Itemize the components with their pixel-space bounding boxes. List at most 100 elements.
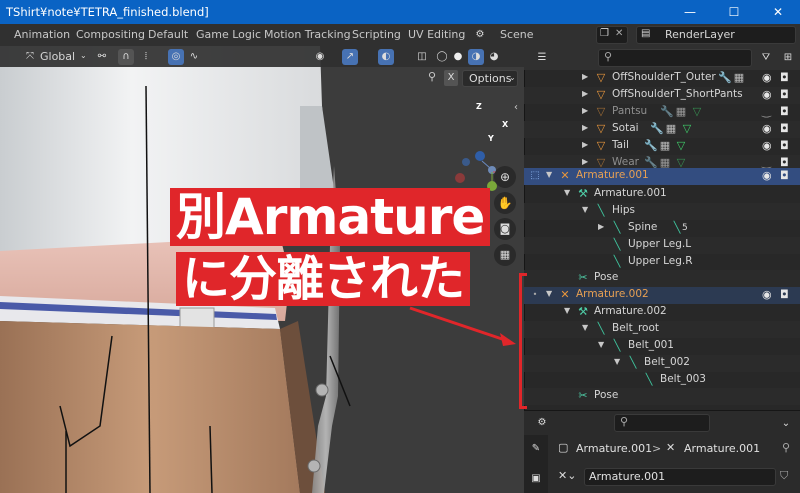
outliner-row[interactable]: ✂ Pose <box>524 388 800 405</box>
collapse-icon[interactable]: ▼ <box>598 340 604 349</box>
visibility-eye-icon[interactable]: ◉ <box>762 122 772 135</box>
outliner-row[interactable]: ▶ ▽ OffShoulderT_ShortPants ◉ ◘ <box>524 87 800 104</box>
modifier-wrench-icon[interactable]: 🔧 <box>660 105 674 119</box>
outliner-row[interactable]: ▼ ⚒ Armature.001 <box>524 186 800 203</box>
tab-motion-tracking[interactable]: Motion Tracking <box>264 28 351 41</box>
pivot-link-icon[interactable]: ⚯ <box>94 49 110 65</box>
expand-icon[interactable]: ▶ <box>582 157 588 166</box>
expand-icon[interactable]: ▶ <box>582 140 588 149</box>
outliner-row[interactable]: ▼ ╲ Belt_002 <box>524 355 800 372</box>
gizmo-y-label[interactable]: Y <box>488 134 494 143</box>
outliner-row[interactable]: ▼ ╲ Belt_root <box>524 321 800 338</box>
gizmo-x-label[interactable]: X <box>502 120 508 129</box>
render-icon[interactable]: ▣ <box>528 471 544 487</box>
tab-animation[interactable]: Animation <box>14 28 70 41</box>
vertex-group-icon[interactable]: ▦ <box>664 122 678 136</box>
outliner-row[interactable]: ▼ ╲ Hips <box>524 203 800 220</box>
outliner-row[interactable]: ▼ ⚒ Armature.002 <box>524 304 800 321</box>
vertex-group-icon[interactable]: ▦ <box>658 139 672 153</box>
view-layer-selector[interactable]: ▤ RenderLayer <box>636 26 796 44</box>
zoom-icon[interactable]: ⊕ <box>494 166 516 188</box>
tab-default[interactable]: Default <box>148 28 188 41</box>
visibility-eye-icon[interactable]: ◉ <box>312 49 328 65</box>
render-camera-icon[interactable]: ◘ <box>780 169 789 182</box>
render-camera-icon[interactable]: ◘ <box>780 139 789 152</box>
outliner-row[interactable]: ▶ ▽ Pantsu 🔧 ▦ ▽ ‿ ◘ <box>524 104 800 121</box>
modifier-wrench-icon[interactable]: 🔧 <box>644 139 658 153</box>
outliner-row[interactable]: ✂ Pose <box>524 270 800 287</box>
outliner-row[interactable]: ▶ ▽ Tail 🔧 ▦ ▽ ◉ ◘ <box>524 138 800 155</box>
render-camera-icon[interactable]: ◘ <box>780 105 789 118</box>
material-shading-icon[interactable]: ◑ <box>468 49 484 65</box>
armature-name-field[interactable]: Armature.001 <box>584 468 776 486</box>
filter-icon[interactable]: ⛛ <box>758 50 774 66</box>
vertex-group-icon[interactable]: ▦ <box>732 71 746 85</box>
outliner-row-selected[interactable]: ⬚ ▼ ✕ Armature.001 ◉ ◘ <box>524 168 800 185</box>
maximize-button[interactable]: ☐ <box>712 0 756 24</box>
collapse-icon[interactable]: ▼ <box>582 323 588 332</box>
properties-search[interactable]: ⚲ <box>614 414 710 432</box>
perspective-grid-icon[interactable]: ▦ <box>494 244 516 266</box>
options-dropdown[interactable]: Options ⌄ <box>462 70 518 87</box>
camera-view-icon[interactable]: ◙ <box>494 218 516 240</box>
outliner-row[interactable]: ╲ Upper Leg.L <box>524 237 800 254</box>
expand-icon[interactable]: ▶ <box>582 123 588 132</box>
outliner-row[interactable]: ╲ Belt_003 <box>524 372 800 389</box>
edit-mode-icon[interactable]: ⬚ <box>528 169 542 183</box>
orientation-label[interactable]: Global <box>40 50 75 63</box>
modifier-wrench-icon[interactable]: 🔧 <box>650 122 664 136</box>
copy-icon[interactable]: ❐ <box>600 28 609 39</box>
modifier-wrench-icon[interactable]: 🔧 <box>718 71 732 85</box>
outliner-search[interactable]: ⚲ <box>598 49 752 67</box>
scene-actions[interactable]: ❐ ✕ <box>596 26 628 44</box>
remove-icon[interactable]: ✕ <box>615 28 623 39</box>
tool-settings-icon[interactable]: ✎ <box>528 441 544 457</box>
render-camera-icon[interactable]: ◘ <box>780 122 789 135</box>
collapse-icon[interactable]: ▼ <box>564 306 570 315</box>
expand-icon[interactable]: ▶ <box>582 72 588 81</box>
visibility-eye-icon[interactable]: ◉ <box>762 88 772 101</box>
outliner-row[interactable]: ▶ ▽ Sotai 🔧 ▦ ▽ ◉ ◘ <box>524 121 800 138</box>
close-window-button[interactable]: ✕ <box>756 0 800 24</box>
snap-magnet-icon[interactable]: ∩ <box>118 49 134 65</box>
proportional-edit-icon[interactable]: ◎ <box>168 49 184 65</box>
outliner-row[interactable]: ▶ ▽ OffShoulderT_Outer 🔧 ▦ ◉ ◘ <box>524 70 800 87</box>
tab-uv-editing[interactable]: UV Editing <box>408 28 465 41</box>
scene-icon[interactable]: ⚙ <box>472 27 488 43</box>
mesh-data-icon[interactable]: ▽ <box>680 122 694 136</box>
render-camera-icon[interactable]: ◘ <box>780 71 789 84</box>
sidebar-toggle-icon[interactable]: ‹ <box>514 102 518 113</box>
mesh-data-icon[interactable]: ▽ <box>690 105 704 119</box>
shield-icon[interactable]: ⛉ <box>780 469 788 483</box>
outliner-row[interactable]: ▶ ╲ Spine ╲ 5 <box>524 220 800 237</box>
gizmo-z-label[interactable]: Z <box>476 102 482 111</box>
breadcrumb-data[interactable]: Armature.001 <box>684 442 760 455</box>
collapse-icon[interactable]: ▼ <box>546 170 552 179</box>
editor-type-icon[interactable]: ⚙ <box>534 415 550 431</box>
transform-orientation-icon[interactable]: ⤧ <box>22 49 38 65</box>
gizmo-arrow-icon[interactable]: ↗ <box>342 49 358 65</box>
rendered-shading-icon[interactable]: ◕ <box>486 49 502 65</box>
falloff-curve-icon[interactable]: ∿ <box>186 49 202 65</box>
vertex-group-icon[interactable]: ▦ <box>674 105 688 119</box>
expand-icon[interactable]: ▶ <box>582 106 588 115</box>
outliner-row[interactable]: ╲ Upper Leg.R <box>524 254 800 271</box>
pin-icon[interactable]: ⚲ <box>782 441 790 454</box>
gizmo-toggle-icon[interactable]: ⚲ <box>428 70 436 83</box>
close-x-button[interactable]: X <box>444 70 458 86</box>
render-camera-icon[interactable]: ◘ <box>780 288 789 301</box>
collapse-icon[interactable]: ▼ <box>614 357 620 366</box>
mesh-data-icon[interactable]: ▽ <box>674 139 688 153</box>
chevron-down-icon[interactable]: ⌄ <box>778 416 794 432</box>
tab-game-logic[interactable]: Game Logic <box>196 28 261 41</box>
collapse-icon[interactable]: ▼ <box>564 188 570 197</box>
hidden-eye-icon[interactable]: ‿ <box>762 105 771 118</box>
tab-compositing[interactable]: Compositing <box>76 28 145 41</box>
snap-increment-icon[interactable]: ⦙ <box>138 49 154 65</box>
display-mode-icon[interactable]: ☰ <box>534 50 550 66</box>
wireframe-shading-icon[interactable]: ◯ <box>434 49 450 65</box>
armature-data-icon[interactable]: ✕⌄ <box>558 469 576 482</box>
breadcrumb-object[interactable]: Armature.001 <box>576 442 652 455</box>
collapse-icon[interactable]: ▼ <box>582 205 588 214</box>
visibility-eye-icon[interactable]: ◉ <box>762 169 772 182</box>
